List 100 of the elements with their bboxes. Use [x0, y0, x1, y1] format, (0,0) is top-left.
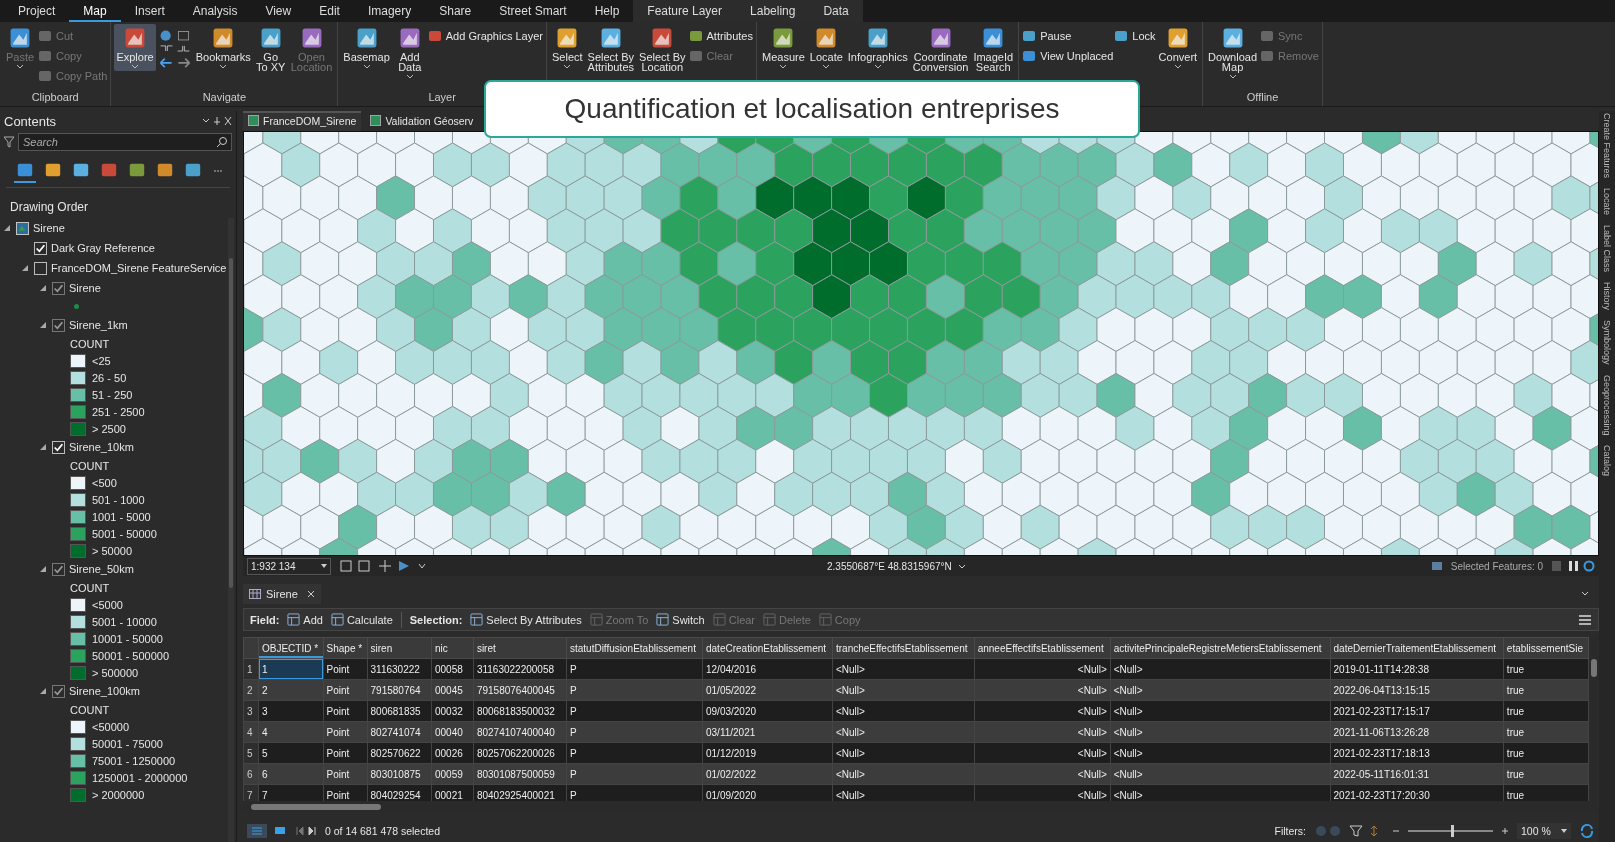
- document-tab[interactable]: FranceDOM_Sirene: [243, 111, 362, 131]
- ribbon-tab[interactable]: Map: [69, 0, 121, 22]
- column-header[interactable]: statutDiffusionEtablissement: [566, 637, 703, 659]
- checkbox[interactable]: [34, 241, 47, 255]
- column-header[interactable]: Shape *: [323, 637, 368, 659]
- column-header[interactable]: siret: [473, 637, 567, 659]
- ribbon-button[interactable]: ImageId Search: [971, 24, 1016, 74]
- ribbon-button[interactable]: Attributes: [688, 28, 753, 44]
- ribbon-button[interactable]: Coordinate Conversion: [910, 24, 971, 74]
- ribbon-tab[interactable]: Analysis: [178, 0, 252, 22]
- column-header[interactable]: anneeEffectifsEtablissement: [974, 637, 1111, 659]
- view-options-icon[interactable]: [247, 824, 317, 839]
- column-header[interactable]: etablissementSie: [1503, 637, 1589, 659]
- ribbon-button[interactable]: Basemap: [341, 24, 392, 71]
- table-tab[interactable]: Sirene: [243, 583, 321, 604]
- layer-name[interactable]: Sirene_100km: [69, 685, 140, 697]
- ribbon-button[interactable]: Select By Attributes: [585, 24, 637, 74]
- column-header[interactable]: nic: [431, 637, 474, 659]
- ribbon-button[interactable]: Locate: [807, 24, 845, 71]
- zoom-in-icon[interactable]: [1501, 827, 1509, 836]
- ribbon-tab[interactable]: Data: [809, 0, 863, 22]
- layer-name[interactable]: FranceDOM_Sirene FeatureService: [51, 262, 227, 274]
- layer-name[interactable]: Dark Gray Reference: [51, 242, 155, 254]
- ribbon-button[interactable]: Explore: [114, 24, 156, 71]
- ribbon-button[interactable]: Infographics: [845, 24, 910, 71]
- side-tab[interactable]: Label Class: [1602, 225, 1612, 273]
- filter-icon[interactable]: [4, 136, 14, 148]
- side-tab[interactable]: Symbology: [1602, 320, 1612, 365]
- expand-icon[interactable]: [40, 688, 46, 694]
- ribbon-button[interactable]: Lock: [1114, 28, 1156, 44]
- row-number[interactable]: 3: [243, 700, 259, 722]
- layer-name[interactable]: Sirene_1km: [69, 319, 128, 331]
- row-number[interactable]: 5: [243, 742, 259, 764]
- row-number[interactable]: 4: [243, 721, 259, 743]
- expand-icon[interactable]: [40, 285, 46, 291]
- column-header[interactable]: activitePrincipaleRegistreMetiersEtablissement: [1110, 637, 1330, 659]
- toolbar-button[interactable]: Calculate: [330, 613, 393, 627]
- scrollbar[interactable]: [228, 218, 234, 842]
- side-tab[interactable]: Locate: [1602, 188, 1612, 216]
- ribbon-tab[interactable]: Project: [4, 0, 70, 22]
- document-tab[interactable]: Validation Géoserv: [365, 111, 479, 131]
- search-field[interactable]: Search: [18, 133, 232, 151]
- expand-icon[interactable]: [22, 265, 28, 271]
- layer-name[interactable]: Sirene: [69, 282, 101, 294]
- ribbon-button[interactable]: Convert: [1156, 24, 1200, 71]
- layer-name[interactable]: Sirene: [33, 222, 65, 234]
- ribbon-tab[interactable]: Share: [425, 0, 486, 22]
- checkbox[interactable]: [34, 261, 47, 275]
- row-number[interactable]: 6: [243, 763, 259, 785]
- scale-dropdown[interactable]: 1:932 134: [247, 557, 331, 575]
- side-tab[interactable]: Catalog: [1602, 445, 1612, 477]
- caret-icon[interactable]: [1581, 591, 1589, 597]
- expand-icon[interactable]: [40, 322, 46, 328]
- checkbox[interactable]: [52, 684, 65, 698]
- menu-icon[interactable]: [1578, 613, 1592, 626]
- column-header[interactable]: OBJECTID *: [258, 637, 324, 659]
- ribbon-button[interactable]: Select By Location: [637, 24, 688, 74]
- slider-thumb[interactable]: [1450, 825, 1454, 838]
- ribbon-tab[interactable]: Edit: [305, 0, 354, 22]
- column-header[interactable]: dateCreationEtablissement: [702, 637, 833, 659]
- side-tab[interactable]: Geoprocessing: [1602, 374, 1612, 436]
- expand-icon[interactable]: [40, 566, 46, 572]
- row-number[interactable]: 1: [243, 658, 259, 680]
- side-tab[interactable]: Create Features: [1602, 113, 1612, 179]
- column-header[interactable]: siren: [367, 637, 432, 659]
- layer-name[interactable]: Sirene_50km: [69, 563, 134, 575]
- checkbox[interactable]: [52, 318, 65, 332]
- expand-icon[interactable]: [4, 225, 10, 231]
- toolbar-button[interactable]: Switch: [656, 613, 705, 627]
- ribbon-button[interactable]: Measure: [760, 24, 807, 71]
- ribbon-button[interactable]: Download Map: [1206, 24, 1260, 81]
- column-header[interactable]: dateDernierTraitementEtablissement: [1330, 637, 1504, 659]
- ribbon-tab[interactable]: Imagery: [353, 0, 426, 22]
- panel-controls-icon[interactable]: [202, 116, 232, 126]
- ribbon-button[interactable]: View Unplaced: [1022, 48, 1114, 64]
- more-icon[interactable]: [214, 169, 222, 173]
- checkbox[interactable]: [52, 281, 65, 295]
- ribbon-button[interactable]: Add Data: [392, 24, 427, 81]
- ribbon-button[interactable]: Bookmarks: [193, 24, 253, 71]
- zoom-dropdown[interactable]: 100 %: [1517, 823, 1571, 840]
- expand-icon[interactable]: [40, 444, 46, 450]
- ribbon-button[interactable]: Go To XY: [253, 24, 288, 74]
- ribbon-tab[interactable]: Insert: [120, 0, 179, 22]
- close-icon[interactable]: [306, 589, 315, 598]
- refresh-icon[interactable]: [1579, 823, 1595, 840]
- checkbox[interactable]: [52, 440, 65, 454]
- toolbar-button[interactable]: Select By Attributes: [470, 613, 582, 627]
- ribbon-tab[interactable]: View: [251, 0, 306, 22]
- ribbon-tab[interactable]: Street Smart: [485, 0, 581, 22]
- ribbon-button[interactable]: Select: [550, 24, 585, 71]
- ribbon-tab[interactable]: Help: [580, 0, 634, 22]
- ribbon-button[interactable]: Add Graphics Layer: [427, 28, 543, 44]
- pause-icon[interactable]: [1551, 560, 1595, 572]
- ribbon-button[interactable]: Pause: [1022, 28, 1114, 44]
- row-number[interactable]: 2: [243, 679, 259, 701]
- column-header[interactable]: trancheEffectifsEtablissement: [832, 637, 975, 659]
- ribbon-tab[interactable]: Labeling: [736, 0, 810, 22]
- checkbox[interactable]: [52, 562, 65, 576]
- caret-icon[interactable]: [957, 563, 966, 569]
- layer-name[interactable]: Sirene_10km: [69, 441, 134, 453]
